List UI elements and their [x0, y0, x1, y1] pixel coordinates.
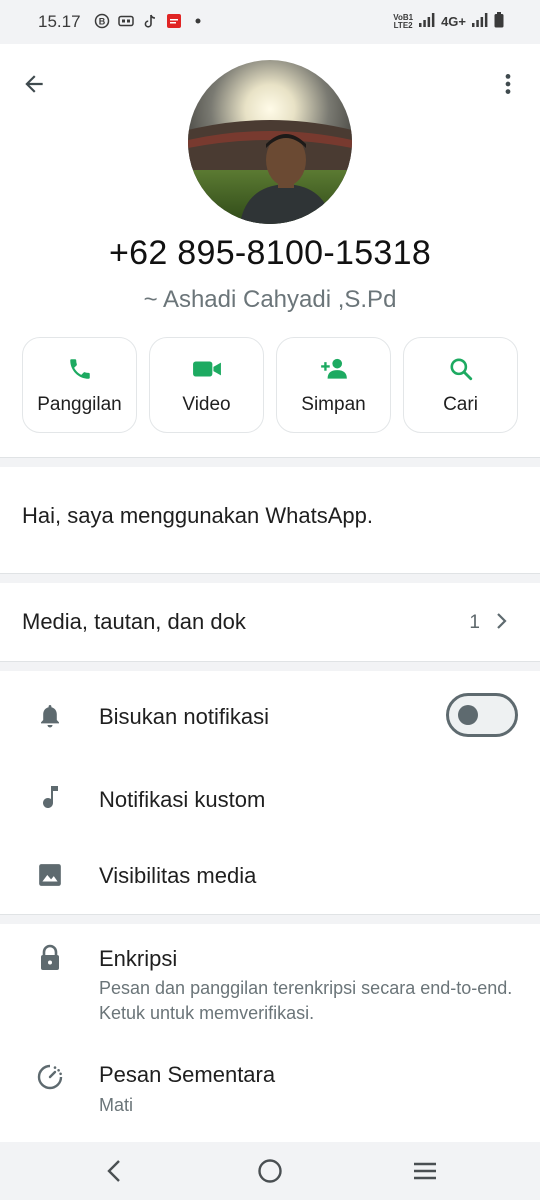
- encryption-description: Pesan dan panggilan terenkripsi secara e…: [99, 978, 513, 1023]
- nav-back-button[interactable]: [99, 1156, 129, 1186]
- about-text: Hai, saya menggunakan WhatsApp.: [22, 503, 373, 528]
- nav-home-button[interactable]: [255, 1156, 285, 1186]
- search-icon: [446, 354, 476, 384]
- signal-icon: [419, 13, 435, 30]
- volte-bottom: LTE2: [393, 20, 413, 30]
- call-button[interactable]: Panggilan: [22, 337, 137, 433]
- back-button[interactable]: [14, 64, 54, 104]
- image-icon: [36, 861, 64, 889]
- b-notification-icon: B: [94, 13, 110, 29]
- about-section[interactable]: Hai, saya menggunakan WhatsApp.: [0, 467, 540, 573]
- custom-notifications-label: Notifikasi kustom: [99, 787, 266, 812]
- section-divider: [0, 457, 540, 467]
- cast-icon: [118, 13, 134, 29]
- section-divider: [0, 661, 540, 671]
- profile-photo-image: [188, 60, 352, 224]
- tiktok-icon: [142, 13, 158, 29]
- add-contact-icon: [319, 354, 349, 384]
- mute-notifications-row[interactable]: Bisukan notifikasi: [0, 671, 540, 761]
- app-notification-icon: [166, 13, 182, 29]
- media-visibility-label: Visibilitas media: [99, 863, 257, 888]
- media-visibility-row[interactable]: Visibilitas media: [0, 839, 540, 914]
- arrow-left-icon: [25, 75, 43, 93]
- more-options-button[interactable]: [488, 64, 528, 104]
- toggle-knob: [458, 705, 478, 725]
- lock-icon: [36, 944, 64, 972]
- status-right: VoB1 LTE2 4G+: [393, 12, 504, 31]
- section-divider: [0, 914, 540, 924]
- contact-push-name: ~ Ashadi Cahyadi ,S.Pd: [143, 286, 397, 313]
- custom-notifications-row[interactable]: Notifikasi kustom: [0, 761, 540, 839]
- video-call-button[interactable]: Video: [149, 337, 264, 433]
- music-note-icon: [36, 783, 64, 811]
- timer-icon: [36, 1063, 64, 1091]
- mute-label: Bisukan notifikasi: [99, 704, 269, 729]
- more-vertical-icon: [505, 74, 511, 94]
- status-time: 15.17: [38, 12, 81, 31]
- system-navigation-bar: [0, 1142, 540, 1200]
- nav-recents-button[interactable]: [410, 1156, 440, 1186]
- profile-photo[interactable]: [188, 60, 352, 224]
- disappearing-status: Mati: [99, 1095, 134, 1115]
- search-button[interactable]: Cari: [403, 337, 518, 433]
- disappearing-messages-row[interactable]: Pesan Sementara Mati: [0, 1046, 540, 1142]
- section-divider: [0, 573, 540, 583]
- chevron-left-icon: [107, 1160, 120, 1182]
- search-label: Cari: [443, 394, 478, 415]
- video-icon: [192, 354, 222, 384]
- mute-toggle[interactable]: [446, 693, 518, 737]
- video-label: Video: [182, 394, 231, 415]
- svg-text:B: B: [99, 17, 106, 27]
- volte-indicator: VoB1 LTE2: [393, 13, 413, 30]
- home-circle-icon: [258, 1159, 282, 1183]
- chevron-right-icon: [497, 613, 507, 629]
- save-label: Simpan: [301, 394, 366, 415]
- media-count: 1: [469, 612, 480, 633]
- status-bar: 15.17 B VoB1 LTE2 4G+: [0, 0, 540, 44]
- encryption-title: Enkripsi: [99, 946, 178, 971]
- bell-icon: [36, 702, 64, 730]
- notification-icons: B: [94, 13, 206, 29]
- contact-header: +62 895-8100-15318 ~ Ashadi Cahyadi ,S.P…: [0, 44, 540, 457]
- media-label: Media, tautan, dan dok: [22, 609, 246, 634]
- disappearing-title: Pesan Sementara: [99, 1062, 276, 1087]
- menu-lines-icon: [414, 1162, 436, 1180]
- save-contact-button[interactable]: Simpan: [276, 337, 391, 433]
- quick-actions: Panggilan Video Simpan Cari: [22, 337, 518, 433]
- call-label: Panggilan: [37, 394, 122, 415]
- notification-settings: Bisukan notifikasi Notifikasi kustom Vis…: [0, 671, 540, 914]
- signal-icon-2: [472, 13, 488, 30]
- network-type: 4G+: [441, 14, 466, 29]
- phone-icon: [65, 354, 95, 384]
- dot-icon: [190, 13, 206, 29]
- encryption-row[interactable]: Enkripsi Pesan dan panggilan terenkripsi…: [0, 924, 540, 1036]
- media-links-docs-row[interactable]: Media, tautan, dan dok 1: [0, 583, 540, 661]
- contact-phone-number: +62 895-8100-15318: [108, 234, 432, 272]
- privacy-section: Enkripsi Pesan dan panggilan terenkripsi…: [0, 924, 540, 1142]
- battery-icon: [494, 12, 504, 31]
